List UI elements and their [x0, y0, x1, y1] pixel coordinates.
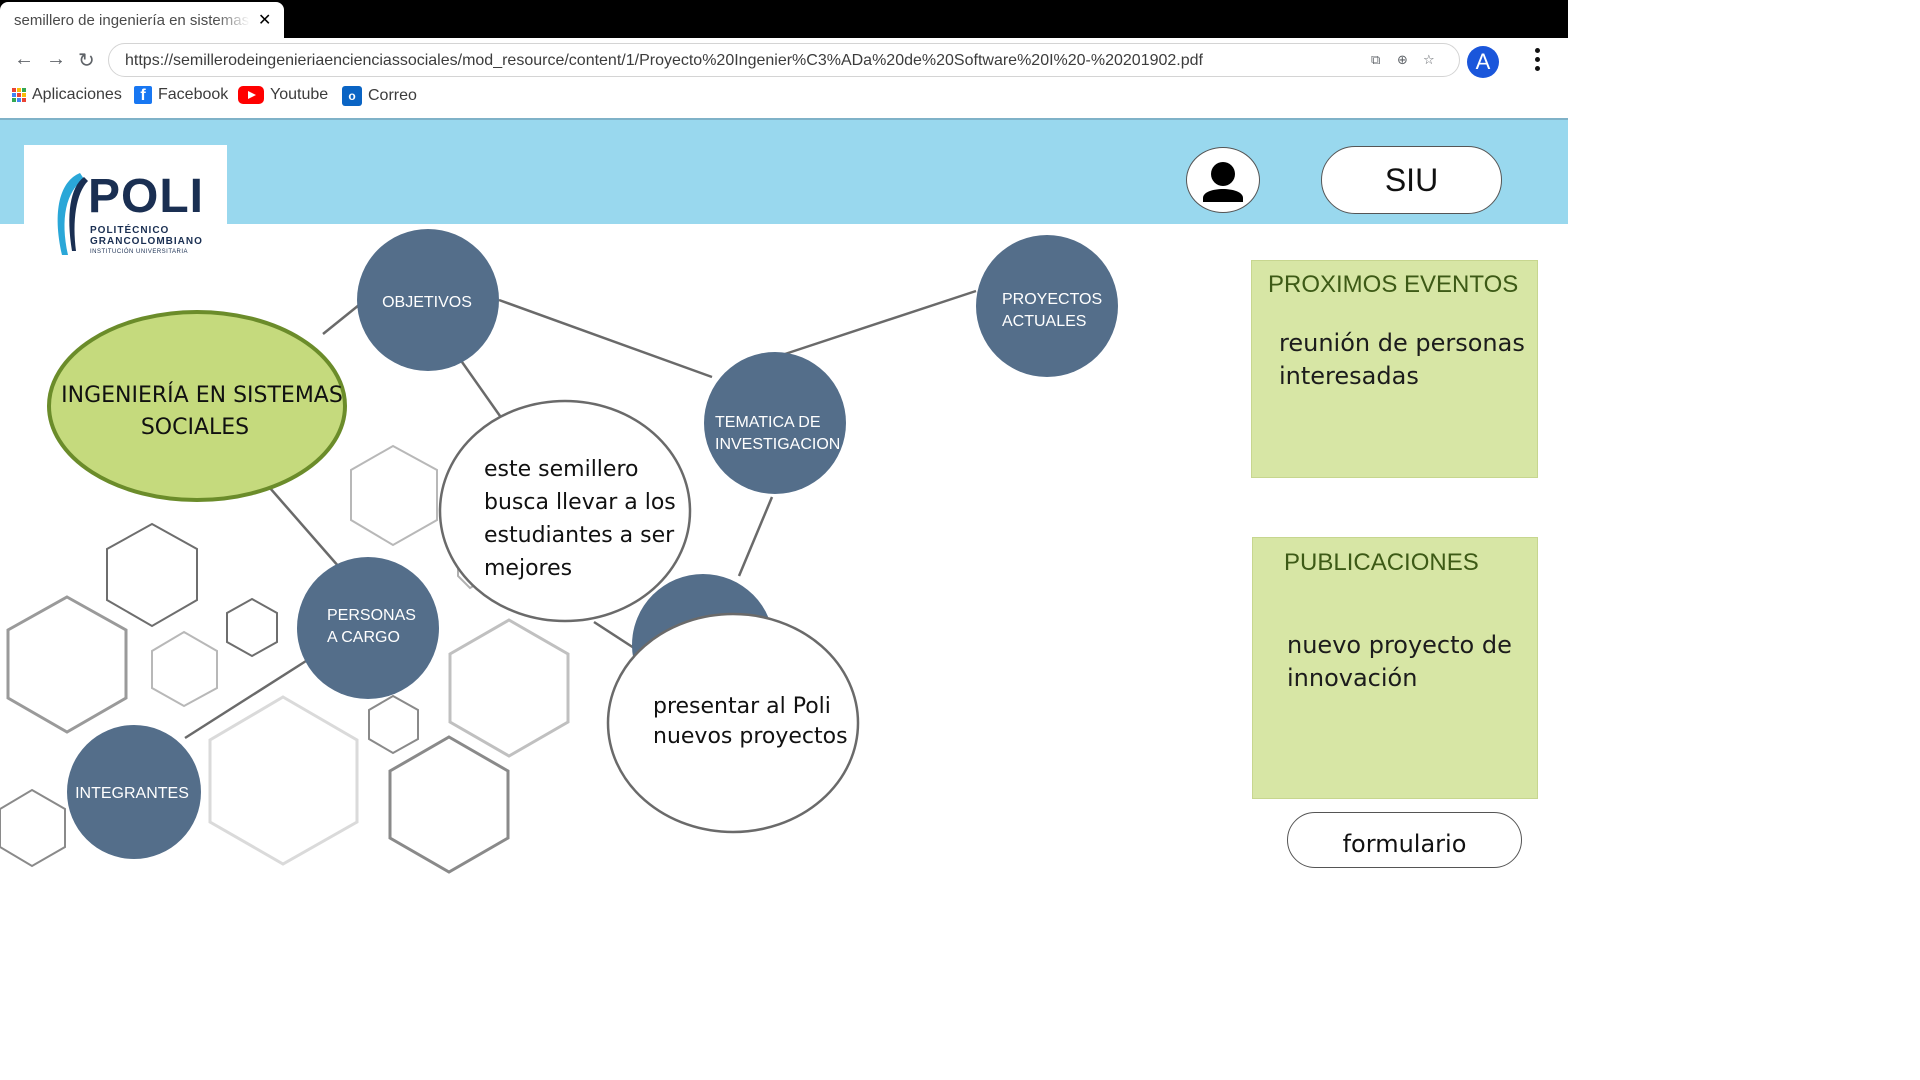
node-personas-line-2: A CARGO: [327, 629, 400, 646]
browser-tab[interactable]: semillero de ingeniería en sistemas soci…: [0, 2, 284, 38]
bookmark-star-icon[interactable]: ☆: [1423, 52, 1435, 68]
connector-line: [737, 496, 774, 577]
bubble-presentar-line-2: nuevos proyectos: [653, 724, 848, 749]
bookmark-correo[interactable]: o Correo: [342, 86, 417, 106]
center-topic-line-1: INGENIERÍA EN SISTEMAS: [61, 382, 343, 408]
bookmark-apps[interactable]: Aplicaciones: [12, 86, 122, 104]
node-integrantes[interactable]: INTEGRANTES: [67, 725, 201, 859]
poli-logo[interactable]: POLI POLITÉCNICO GRANCOLOMBIANO INSTITUC…: [24, 145, 227, 263]
translate-icon[interactable]: ⧉: [1371, 52, 1380, 68]
bookmarks-bar: Aplicaciones f Facebook Youtube o Correo: [0, 82, 800, 112]
apps-grid-icon: [12, 87, 26, 102]
address-bar[interactable]: https://semillerodeingenieriaencienciass…: [108, 43, 1460, 77]
bubble-semillero-line-1: este semillero: [484, 457, 638, 482]
node-shape: [297, 557, 439, 699]
user-profile-button[interactable]: [1186, 147, 1260, 213]
publications-panel: PUBLICACIONES nuevo proyecto de innovaci…: [1252, 537, 1538, 799]
formulario-button[interactable]: formulario: [1287, 812, 1522, 868]
facebook-icon: f: [134, 86, 152, 104]
connector-line: [262, 479, 340, 568]
node-objetivos[interactable]: OBJETIVOS: [357, 229, 499, 371]
node-integrantes-label: INTEGRANTES: [75, 785, 189, 802]
hexagon-shape: [0, 788, 66, 868]
node-tematica-line-1: TEMATICA DE: [715, 414, 821, 431]
node-personas-line-1: PERSONAS: [327, 607, 416, 624]
node-proyectos-actuales[interactable]: PROYECTOS ACTUALES: [976, 235, 1118, 377]
hexagon-shape: [350, 444, 438, 547]
bookmark-youtube[interactable]: Youtube: [238, 86, 328, 104]
logo-name: POLI: [88, 170, 205, 223]
user-icon: [1203, 162, 1243, 202]
hexagon-shape: [388, 735, 510, 874]
bookmark-label: Facebook: [158, 86, 229, 104]
center-topic-line-2: SOCIALES: [141, 415, 249, 440]
connector-line: [322, 304, 360, 335]
node-tematica-line-2: INVESTIGACION: [715, 436, 840, 453]
bookmark-facebook[interactable]: f Facebook: [134, 86, 228, 104]
connector-line: [460, 361, 502, 417]
hexagon-shape: [226, 597, 278, 658]
bubble-semillero: este semillero busca llevar a los estudi…: [438, 399, 692, 623]
events-title: PROXIMOS EVENTOS: [1268, 271, 1519, 298]
back-arrow-icon[interactable]: ←: [14, 48, 34, 71]
bubble-semillero-line-2: busca llevar a los: [484, 490, 676, 515]
mind-map: INGENIERÍA EN SISTEMAS SOCIALES OBJETIVO…: [0, 229, 1118, 874]
publications-title: PUBLICACIONES: [1284, 549, 1479, 576]
siu-button[interactable]: SIU: [1321, 146, 1502, 214]
publications-line-2: innovación: [1287, 664, 1418, 692]
node-objetivos-label: OBJETIVOS: [382, 294, 472, 311]
tab-title: semillero de ingeniería en sistemas soci…: [14, 12, 250, 29]
hexagon-shape: [151, 630, 218, 708]
events-body[interactable]: reunión de personas interesadas: [1279, 327, 1525, 393]
events-line-2: interesadas: [1279, 362, 1419, 390]
hexagon-shape: [6, 595, 128, 734]
node-proyectos-line-1: PROYECTOS: [1002, 291, 1102, 308]
profile-avatar[interactable]: A: [1467, 46, 1499, 78]
connector-line: [593, 620, 635, 650]
zoom-icon[interactable]: ⊕: [1397, 52, 1408, 68]
logo-line-3: INSTITUCIÓN UNIVERSITARIA: [90, 249, 189, 255]
bubble-shape: [606, 612, 860, 834]
events-line-1: reunión de personas: [1279, 329, 1525, 357]
bookmark-label: Aplicaciones: [32, 86, 122, 103]
close-tab-icon[interactable]: ✕: [258, 10, 271, 30]
youtube-icon: [238, 86, 264, 104]
forward-arrow-icon[interactable]: →: [46, 48, 66, 71]
hexagon-shape: [368, 694, 419, 755]
logo-line-2: GRANCOLOMBIANO: [90, 236, 203, 247]
logo-line-1: POLITÉCNICO: [90, 225, 170, 236]
bubble-presentar: presentar al Poli nuevos proyectos: [606, 612, 860, 834]
events-panel: PROXIMOS EVENTOS reunión de personas int…: [1251, 260, 1538, 478]
bubble-semillero-line-3: estudiantes a ser: [484, 523, 675, 548]
hexagon-shape: [448, 618, 570, 758]
outlook-icon: o: [342, 86, 362, 106]
node-tematica[interactable]: TEMATICA DE INVESTIGACION: [704, 352, 846, 494]
bookmark-label: Correo: [368, 87, 417, 105]
bubble-semillero-line-4: mejores: [484, 556, 572, 581]
connector-line: [498, 298, 713, 379]
url-text[interactable]: https://semillerodeingenieriaencienciass…: [125, 52, 1203, 70]
browser-titlebar: semillero de ingeniería en sistemas soci…: [0, 0, 1568, 38]
poli-logo-mark-icon: [57, 173, 88, 255]
bookmark-label: Youtube: [270, 86, 329, 104]
node-personas-a-cargo[interactable]: PERSONAS A CARGO: [297, 557, 439, 699]
publications-line-1: nuevo proyecto de: [1287, 631, 1512, 659]
hexagon-shape: [208, 695, 359, 866]
publications-body[interactable]: nuevo proyecto de innovación: [1287, 629, 1512, 695]
hexagon-shape: [106, 522, 198, 628]
center-topic[interactable]: INGENIERÍA EN SISTEMAS SOCIALES: [47, 310, 347, 502]
browser-toolbar: ← → ↻ https://semillerodeingenieriaencie…: [0, 38, 1568, 118]
node-proyectos-line-2: ACTUALES: [1002, 313, 1086, 330]
browser-menu-icon[interactable]: [1532, 48, 1542, 78]
reload-icon[interactable]: ↻: [78, 48, 95, 73]
bubble-presentar-line-1: presentar al Poli: [653, 694, 831, 719]
connector-line: [784, 289, 977, 356]
